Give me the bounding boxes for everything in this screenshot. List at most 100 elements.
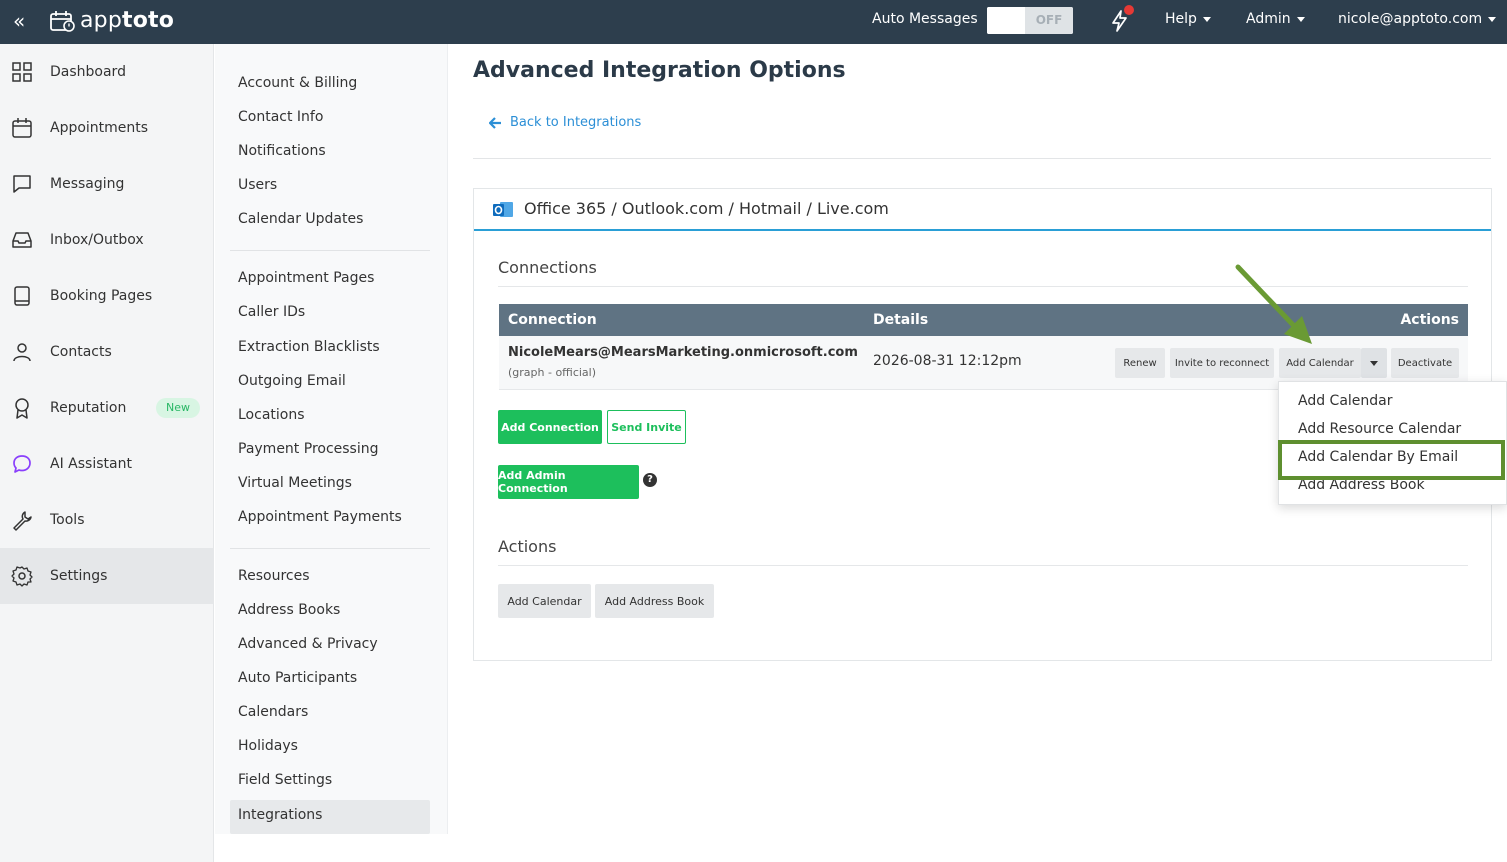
card-title: Office 365 / Outlook.com / Hotmail / Liv… (524, 199, 889, 218)
sidebar-item-label: AI Assistant (50, 456, 132, 472)
invite-reconnect-button[interactable]: Invite to reconnect (1170, 348, 1274, 378)
settings-item-notifications[interactable]: Notifications (238, 143, 326, 159)
divider (473, 158, 1491, 159)
book-icon (14, 286, 30, 306)
back-to-integrations-link[interactable]: Back to Integrations (489, 115, 641, 130)
toggle-state-label: OFF (1025, 7, 1073, 34)
logo-text-light: app (80, 8, 123, 33)
sidebar: Dashboard Appointments Messaging Inbox/O… (0, 44, 214, 862)
sidebar-item-label: Dashboard (50, 64, 126, 80)
inbox-icon (12, 232, 32, 248)
collapse-sidebar-icon[interactable]: « (13, 9, 25, 33)
column-header-details: Details (873, 312, 929, 328)
settings-item-users[interactable]: Users (238, 177, 277, 193)
sidebar-item-appointments[interactable]: Appointments (0, 100, 214, 156)
sidebar-item-contacts[interactable]: Contacts (0, 324, 214, 380)
back-link-label: Back to Integrations (510, 115, 642, 130)
sidebar-item-inbox-outbox[interactable]: Inbox/Outbox (0, 212, 214, 268)
settings-item-locations[interactable]: Locations (238, 407, 305, 423)
sidebar-item-ai-assistant[interactable]: AI Assistant (0, 436, 214, 492)
wrench-icon (13, 511, 32, 531)
sidebar-item-label: Inbox/Outbox (50, 232, 144, 248)
chevron-down-icon (1296, 16, 1305, 22)
sidebar-item-label: Reputation (50, 400, 127, 416)
arrow-left-icon (489, 116, 501, 129)
person-icon (13, 343, 31, 362)
sidebar-item-label: Messaging (50, 176, 125, 192)
settings-item-resources[interactable]: Resources (238, 568, 310, 584)
settings-item-virtual-meetings[interactable]: Virtual Meetings (238, 475, 352, 491)
actions-title: Actions (498, 537, 557, 556)
deactivate-button[interactable]: Deactivate (1391, 348, 1459, 378)
sidebar-item-settings[interactable]: Settings (0, 548, 214, 604)
user-menu[interactable]: nicole@apptoto.com (1338, 11, 1497, 27)
apptoto-logo[interactable]: apptoto (50, 8, 174, 33)
divider (498, 286, 1468, 287)
sidebar-item-label: Booking Pages (50, 288, 153, 304)
user-email: nicole@apptoto.com (1338, 11, 1483, 27)
send-invite-button[interactable]: Send Invite (607, 410, 686, 444)
settings-item-advanced-privacy[interactable]: Advanced & Privacy (238, 636, 378, 652)
menu-divider (230, 548, 430, 549)
admin-menu[interactable]: Admin (1246, 11, 1305, 27)
add-admin-connection-button[interactable]: Add Admin Connection (498, 465, 639, 499)
logo-text-bold: toto (122, 8, 175, 33)
dropdown-item-add-calendar[interactable]: Add Calendar (1298, 393, 1393, 409)
help-label: Help (1165, 11, 1197, 27)
new-badge: New (156, 398, 200, 418)
sidebar-item-reputation[interactable]: Reputation New (0, 380, 214, 436)
settings-item-contact-info[interactable]: Contact Info (238, 109, 323, 125)
award-icon (15, 398, 29, 419)
sidebar-item-label: Contacts (50, 344, 112, 360)
menu-divider (230, 250, 430, 251)
sidebar-item-messaging[interactable]: Messaging (0, 156, 214, 212)
add-connection-button[interactable]: Add Connection (498, 410, 602, 444)
top-bar: « apptoto Auto Messages OFF Help Admin n… (0, 0, 1507, 44)
notifications-bolt-icon[interactable] (1108, 5, 1134, 34)
settings-item-caller-ids[interactable]: Caller IDs (238, 304, 305, 320)
sidebar-item-dashboard[interactable]: Dashboard (0, 44, 214, 100)
renew-button[interactable]: Renew (1115, 348, 1165, 378)
help-menu[interactable]: Help (1165, 11, 1211, 27)
settings-item-extraction-blacklists[interactable]: Extraction Blacklists (238, 339, 380, 355)
add-calendar-button[interactable]: Add Calendar (1279, 348, 1361, 378)
settings-item-auto-participants[interactable]: Auto Participants (238, 670, 357, 686)
connection-details: 2026-08-31 12:12pm (873, 353, 1022, 369)
calendar-clock-icon (50, 10, 75, 32)
auto-messages-toggle[interactable]: OFF (987, 7, 1073, 34)
sidebar-item-label: Settings (50, 568, 108, 584)
connection-type: (graph - official) (508, 366, 597, 379)
settings-item-integrations[interactable]: Integrations (238, 807, 322, 823)
grid-icon (12, 62, 32, 82)
settings-item-outgoing-email[interactable]: Outgoing Email (238, 373, 346, 389)
settings-item-calendar-updates[interactable]: Calendar Updates (238, 211, 363, 227)
add-calendar-action-button[interactable]: Add Calendar (498, 584, 591, 618)
settings-item-field-settings[interactable]: Field Settings (238, 772, 332, 788)
gear-icon (11, 566, 33, 587)
settings-menu: Account & Billing Contact Info Notificat… (215, 44, 448, 834)
caret-down-icon (1370, 360, 1378, 366)
sidebar-item-label: Appointments (50, 120, 149, 136)
column-header-connection: Connection (508, 312, 597, 328)
chat-icon (13, 175, 31, 193)
dropdown-item-add-resource-calendar[interactable]: Add Resource Calendar (1298, 421, 1461, 437)
settings-item-calendars[interactable]: Calendars (238, 704, 308, 720)
add-address-book-button[interactable]: Add Address Book (595, 584, 714, 618)
sidebar-item-tools[interactable]: Tools (0, 492, 214, 548)
chevron-down-icon (1202, 16, 1211, 22)
settings-item-account-billing[interactable]: Account & Billing (238, 75, 357, 91)
add-calendar-dropdown-toggle[interactable] (1361, 348, 1387, 378)
help-icon[interactable]: ? (643, 473, 657, 487)
sidebar-item-booking-pages[interactable]: Booking Pages (0, 268, 214, 324)
ai-chat-icon (13, 455, 31, 473)
card-header: Office 365 / Outlook.com / Hotmail / Liv… (474, 189, 1491, 231)
settings-item-payment-processing[interactable]: Payment Processing (238, 441, 379, 457)
settings-item-address-books[interactable]: Address Books (238, 602, 340, 618)
settings-item-appointment-payments[interactable]: Appointment Payments (238, 509, 402, 525)
settings-item-appointment-pages[interactable]: Appointment Pages (238, 270, 374, 286)
settings-item-holidays[interactable]: Holidays (238, 738, 298, 754)
page-title: Advanced Integration Options (473, 58, 846, 83)
connection-email: NicoleMears@MearsMarketing.onmicrosoft.c… (508, 345, 858, 360)
calendar-icon (12, 118, 32, 138)
chevron-down-icon (1488, 16, 1497, 22)
